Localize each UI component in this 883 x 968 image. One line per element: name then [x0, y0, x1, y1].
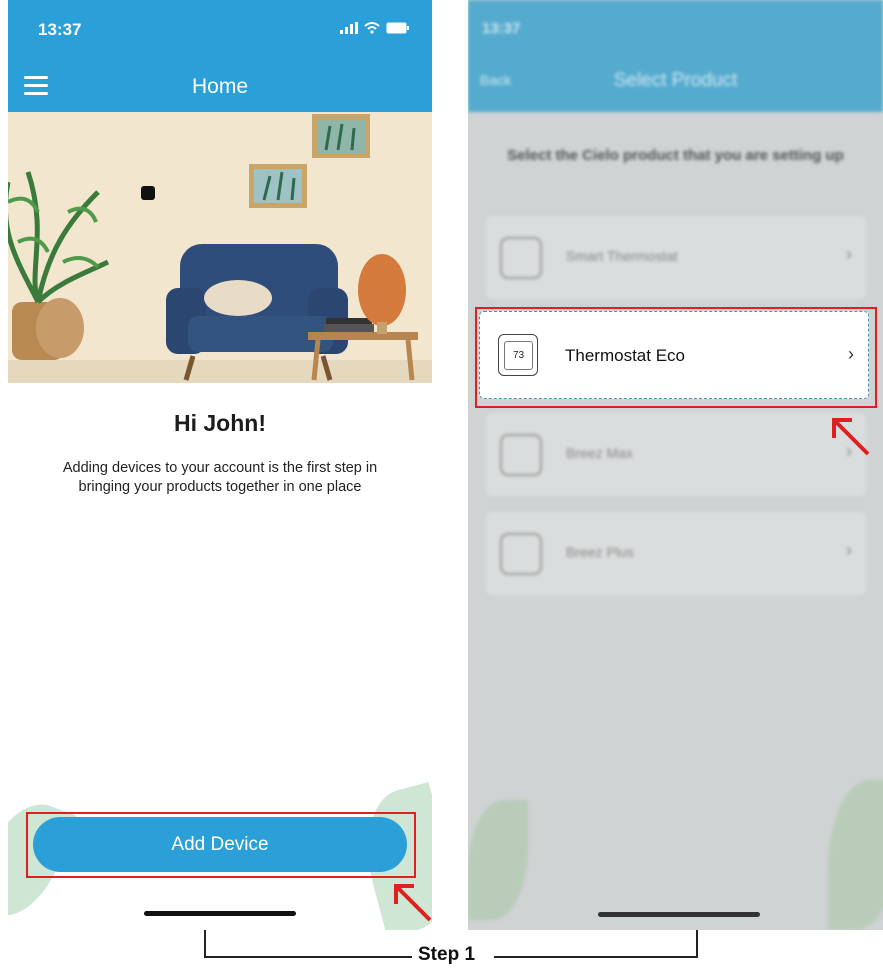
product-card-smart-thermostat[interactable]: Smart Thermostat ›: [486, 216, 866, 299]
page-title: Home: [191, 75, 249, 98]
product-label: Smart Thermostat: [566, 248, 678, 264]
nav-bar: [468, 0, 883, 112]
leaf-decoration: [468, 800, 528, 920]
breez-icon: [500, 434, 542, 476]
select-prompt: Select the Cielo product that you are se…: [507, 147, 844, 164]
room-scene: [8, 112, 432, 383]
nav-bar: Home: [8, 60, 432, 112]
home-indicator: [144, 911, 296, 916]
wifi-icon: [364, 22, 380, 34]
leaf-decoration: [828, 780, 883, 930]
chevron-right-icon: ›: [846, 244, 852, 264]
arrow-icon: [394, 884, 432, 922]
page-title: Select Product: [613, 70, 738, 91]
greeting: Hi John!: [174, 410, 266, 436]
status-bar: 13:37: [8, 0, 432, 60]
select-product-screen: 13:37 Back Select Product Select the Cie…: [468, 0, 883, 930]
thermostat-eco-highlight: [475, 307, 877, 408]
status-time: 13:37: [482, 20, 521, 37]
home-screen: 13:37 Home Hi John! Adding devices to yo…: [8, 0, 432, 930]
product-label: Breez Max: [566, 445, 633, 461]
intro-text: Adding devices to your account is the fi…: [62, 460, 378, 495]
product-card-breez-max[interactable]: Breez Max ›: [486, 413, 866, 496]
step-bracket-right: [494, 930, 698, 958]
status-time: 13:37: [38, 20, 82, 39]
step-label: Step 1: [418, 944, 476, 965]
product-label: Breez Plus: [566, 544, 634, 560]
product-card-breez-plus[interactable]: Breez Plus ›: [486, 512, 866, 595]
breez-icon: [500, 533, 542, 575]
living-room-illustration: [8, 112, 432, 383]
home-indicator: [598, 912, 760, 917]
thermostat-icon: [500, 237, 542, 279]
arrow-icon: [832, 418, 870, 456]
chevron-right-icon: ›: [846, 540, 852, 560]
step-bracket-left: [204, 930, 412, 958]
add-device-highlight: [26, 812, 416, 878]
signal-icon: [340, 22, 358, 34]
battery-icon: [386, 22, 409, 34]
